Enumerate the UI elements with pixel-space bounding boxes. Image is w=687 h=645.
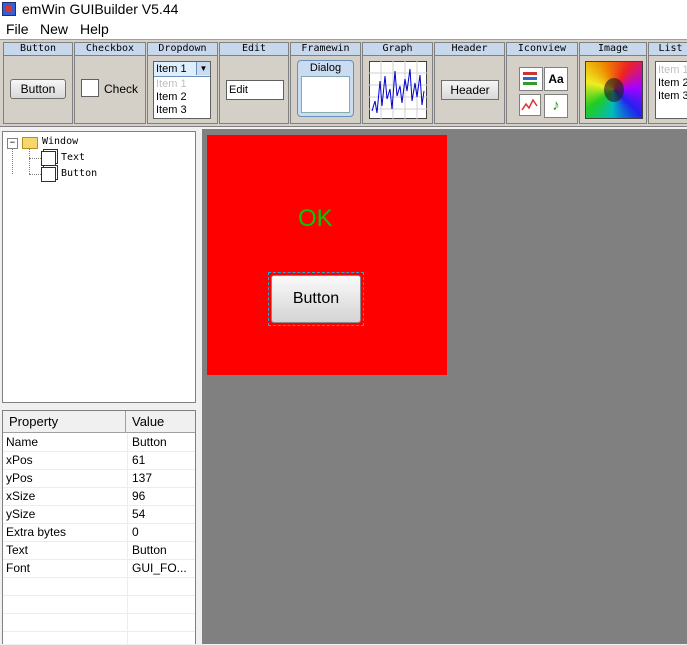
tool-iconview[interactable]: Iconview Aa ♪ [506, 42, 578, 124]
property-row[interactable]: Name Button [3, 433, 195, 452]
tool-edit[interactable]: Edit Edit [219, 42, 289, 124]
widget-toolbar: Button Button Checkbox Check Dropdown It… [0, 39, 687, 127]
tool-listbox[interactable]: List Item 1 Item 2 Item 3 [648, 42, 687, 124]
tool-dropdown-label: Dropdown [148, 43, 217, 56]
listbox-item: Item 1 [658, 64, 687, 76]
tool-framewin-preview: Dialog [309, 62, 342, 74]
value-column-header[interactable]: Value [132, 414, 164, 429]
property-header: Property Value [3, 411, 195, 433]
chevron-down-icon: ▼ [196, 62, 210, 75]
property-row[interactable]: Font GUI_FO... [3, 559, 195, 578]
image-preview-icon [585, 61, 643, 119]
property-panel: Property Value Name Button xPos 61 yPos 137… [2, 410, 196, 645]
tool-checkbox[interactable]: Checkbox Check [74, 42, 146, 124]
font-icon: Aa [544, 67, 568, 91]
tool-listbox-label: List [649, 43, 687, 56]
tool-button-label: Button [4, 43, 72, 56]
property-row[interactable]: Extra bytes 0 [3, 523, 195, 542]
menu-help[interactable]: Help [80, 21, 109, 37]
design-button-selected[interactable]: Button [268, 272, 364, 326]
design-button[interactable]: Button [271, 275, 361, 323]
app-icon [2, 2, 16, 16]
listbox-preview: Item 1 Item 2 Item 3 [655, 61, 687, 119]
tool-header[interactable]: Header Header [434, 42, 505, 124]
tool-header-label: Header [435, 43, 504, 56]
property-row[interactable]: ySize 54 [3, 505, 195, 524]
menu-file[interactable]: File [6, 21, 29, 37]
empty-row [3, 577, 195, 596]
dropdown-selected-text: Item 1 [156, 63, 187, 75]
property-row[interactable]: xPos 61 [3, 451, 195, 470]
framewin-preview: Dialog [297, 60, 354, 117]
dropdown-item: Item 2 [156, 91, 187, 103]
dropdown-selected: Item 1 ▼ [154, 62, 210, 77]
tool-button-preview: Button [10, 79, 66, 99]
tool-edit-label: Edit [220, 43, 288, 56]
tool-graph[interactable]: Graph [362, 42, 433, 124]
tool-header-preview: Header [441, 80, 499, 100]
property-row[interactable]: Text Button [3, 541, 195, 560]
tool-image[interactable]: Image [579, 42, 647, 124]
widget-icon [41, 167, 56, 182]
dropdown-item: Item 1 [156, 78, 187, 90]
listbox-item: Item 2 [658, 77, 687, 89]
dropdown-preview: Item 1 ▼ Item 1 Item 2 Item 3 [153, 61, 211, 119]
tree-item-window[interactable]: Window [42, 136, 78, 147]
books-icon [519, 67, 543, 91]
window-title: emWin GUIBuilder V5.44 [22, 1, 179, 17]
tool-button[interactable]: Button Button [3, 42, 73, 124]
widget-icon [41, 151, 56, 166]
tool-dropdown[interactable]: Dropdown Item 1 ▼ Item 1 Item 2 Item 3 [147, 42, 218, 124]
dropdown-item: Item 3 [156, 104, 187, 116]
menu-new[interactable]: New [40, 21, 68, 37]
widget-tree-panel: − Window Text Button [2, 131, 196, 403]
tool-image-label: Image [580, 43, 646, 56]
title-bar: emWin GUIBuilder V5.44 [0, 0, 687, 19]
tree-item-button[interactable]: Button [61, 168, 97, 179]
design-window[interactable]: OK Button [207, 135, 447, 375]
tool-checkbox-label: Checkbox [75, 43, 145, 56]
tool-iconview-label: Iconview [507, 43, 577, 56]
tree-item-text[interactable]: Text [61, 152, 85, 163]
menu-bar: File New Help [0, 19, 687, 39]
property-row[interactable]: yPos 137 [3, 469, 195, 488]
tool-framewin[interactable]: Framewin Dialog [290, 42, 361, 124]
checkbox-square-icon [81, 79, 99, 97]
property-column-header[interactable]: Property [9, 414, 58, 429]
design-canvas[interactable]: OK Button [202, 129, 687, 644]
tool-graph-label: Graph [363, 43, 432, 56]
empty-row [3, 613, 195, 632]
music-note-icon: ♪ [544, 94, 568, 118]
tool-checkbox-preview: Check [104, 82, 139, 96]
design-text-ok[interactable]: OK [298, 205, 333, 233]
graph-preview-icon [369, 61, 427, 119]
tool-framewin-label: Framewin [291, 43, 360, 56]
property-row[interactable]: xSize 96 [3, 487, 195, 506]
tool-edit-preview: Edit [226, 80, 284, 100]
framewin-client [301, 76, 350, 113]
listbox-item: Item 3 [658, 90, 687, 102]
chart-icon [519, 94, 541, 116]
empty-row [3, 595, 195, 614]
